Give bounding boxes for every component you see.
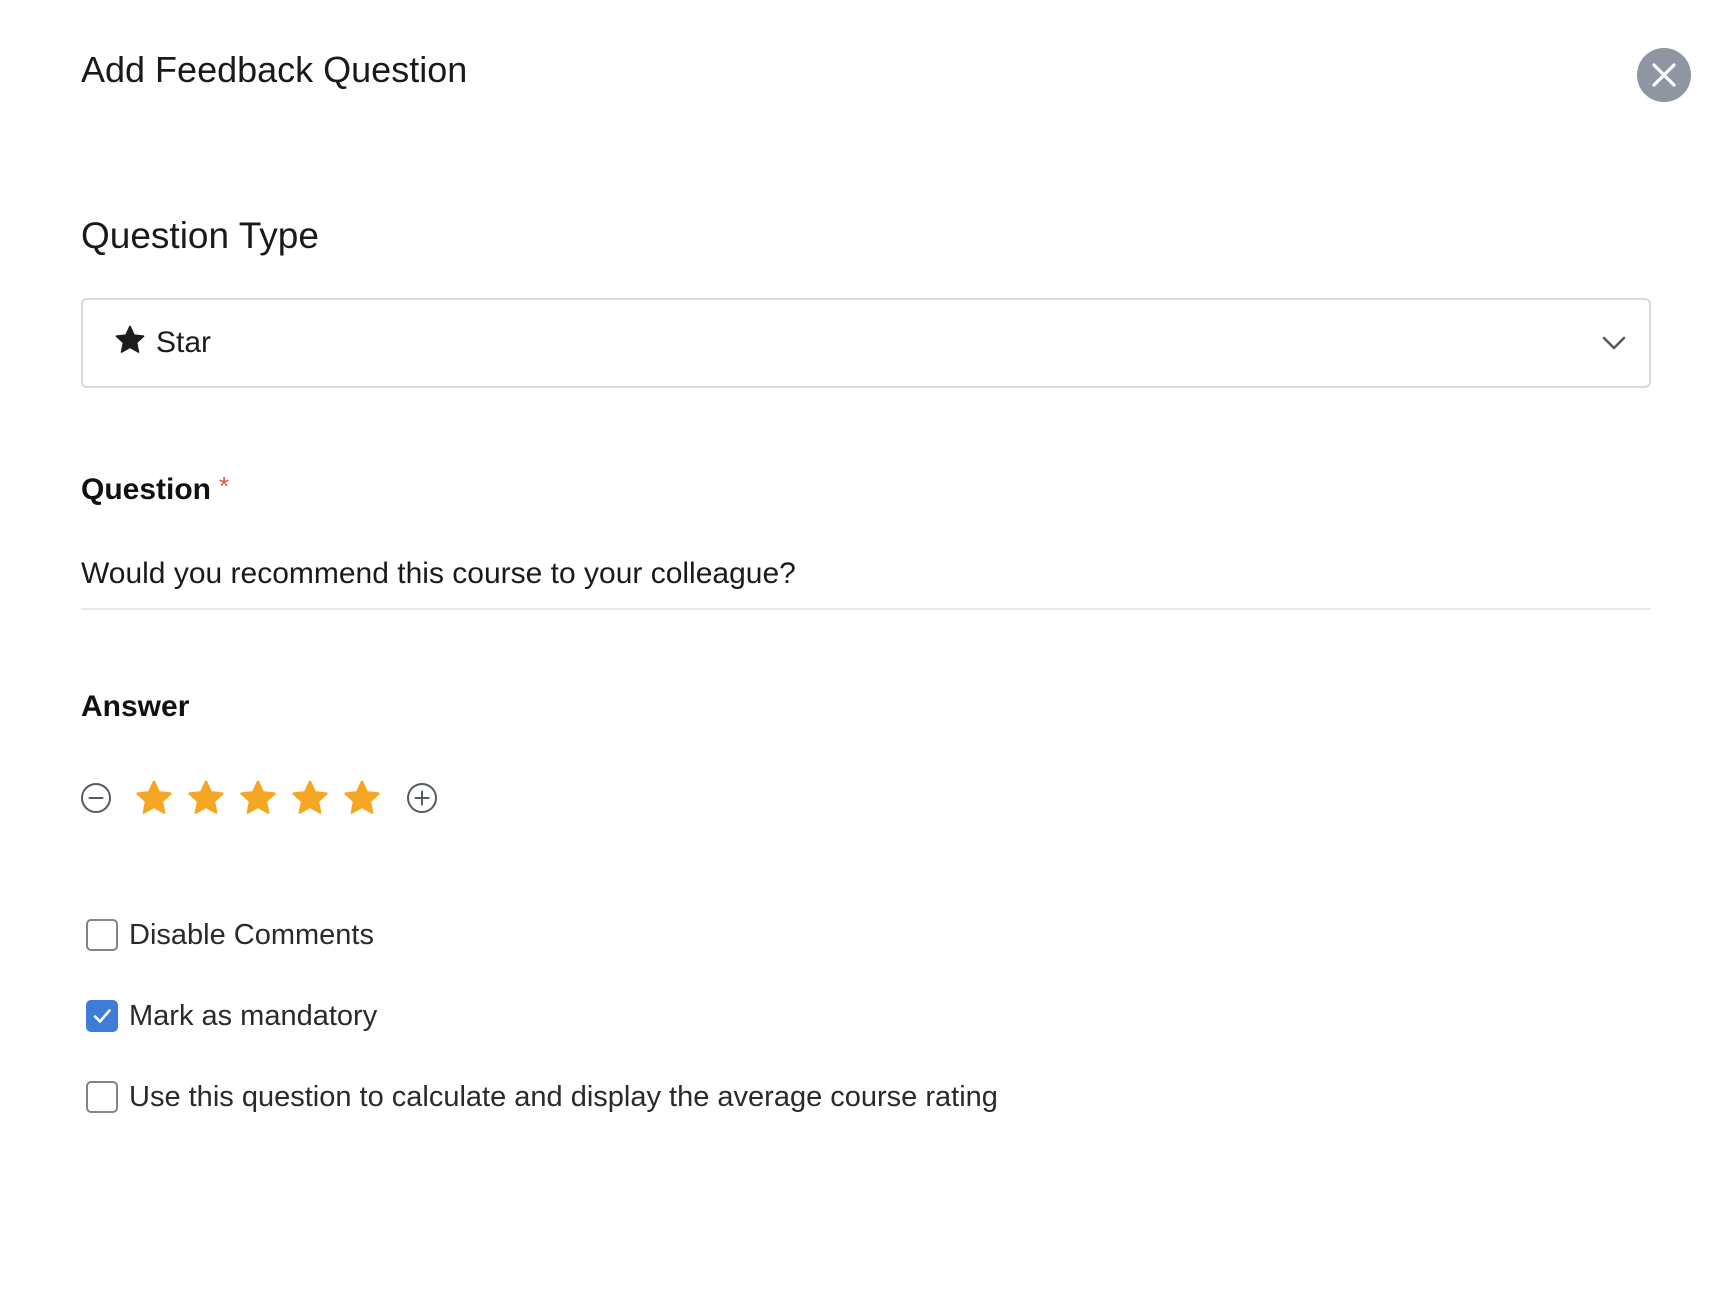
plus-circle-icon bbox=[407, 783, 437, 813]
star-icon[interactable] bbox=[134, 778, 174, 818]
question-type-heading: Question Type bbox=[81, 215, 319, 256]
mark-mandatory-checkbox[interactable] bbox=[86, 1000, 118, 1032]
add-feedback-question-modal: Add Feedback Question Question Type Star… bbox=[0, 0, 1720, 1290]
average-rating-label: Use this question to calculate and displ… bbox=[129, 1081, 998, 1113]
chevron-down-icon bbox=[1601, 335, 1627, 351]
increase-stars-button[interactable] bbox=[406, 782, 438, 814]
star-rating bbox=[134, 778, 382, 818]
star-icon[interactable] bbox=[290, 778, 330, 818]
question-type-select[interactable]: Star bbox=[81, 298, 1651, 388]
average-rating-checkbox[interactable] bbox=[86, 1081, 118, 1113]
star-icon[interactable] bbox=[238, 778, 278, 818]
average-rating-option[interactable]: Use this question to calculate and displ… bbox=[86, 1077, 998, 1117]
mark-mandatory-option[interactable]: Mark as mandatory bbox=[86, 996, 377, 1036]
close-icon bbox=[1652, 63, 1676, 87]
minus-circle-icon bbox=[81, 783, 111, 813]
required-marker: * bbox=[219, 471, 230, 501]
disable-comments-label: Disable Comments bbox=[129, 919, 374, 951]
star-icon[interactable] bbox=[186, 778, 226, 818]
question-type-selected-value: Star bbox=[156, 326, 212, 359]
star-rating-editor bbox=[80, 776, 438, 820]
mark-mandatory-label: Mark as mandatory bbox=[129, 1000, 378, 1032]
decrease-stars-button[interactable] bbox=[80, 782, 112, 814]
question-label: Question * bbox=[81, 470, 229, 510]
disable-comments-option[interactable]: Disable Comments bbox=[86, 915, 374, 955]
answer-label: Answer bbox=[81, 690, 190, 723]
close-button[interactable] bbox=[1637, 48, 1691, 102]
disable-comments-checkbox[interactable] bbox=[86, 919, 118, 951]
question-input[interactable] bbox=[81, 540, 1651, 610]
modal-title: Add Feedback Question bbox=[81, 49, 468, 90]
question-label-text: Question bbox=[81, 473, 212, 506]
star-icon[interactable] bbox=[342, 778, 382, 818]
star-icon bbox=[114, 324, 146, 356]
checkmark-icon bbox=[93, 1009, 111, 1023]
